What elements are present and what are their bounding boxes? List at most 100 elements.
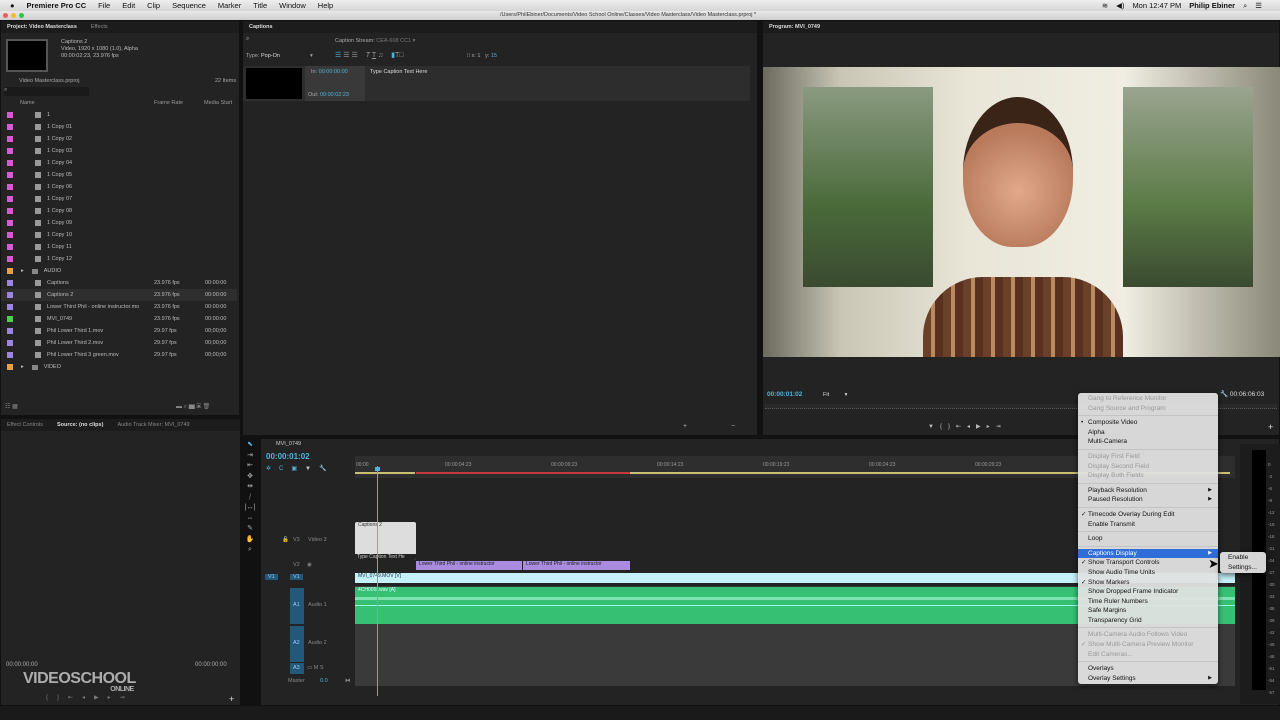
clock[interactable]: Mon 12:47 PM (1132, 1, 1181, 10)
label-color-swatch[interactable] (7, 124, 13, 130)
music-note-icon[interactable]: ♫ (378, 52, 383, 59)
list-view-icon[interactable]: ☷ (5, 404, 10, 410)
menu-help[interactable]: Help (318, 1, 333, 10)
add-marker-icon[interactable]: ▼ (928, 424, 940, 430)
video-frame[interactable] (763, 67, 1280, 357)
menu-item-transparency-grid[interactable]: Transparency Grid (1078, 616, 1218, 626)
box-icon[interactable]: □ (399, 52, 403, 59)
column-name[interactable]: Name (20, 100, 35, 106)
label-color-swatch[interactable] (7, 244, 13, 250)
volume-icon[interactable]: ◀) (1116, 1, 1124, 10)
user-name[interactable]: Philip Ebiner (1189, 1, 1235, 10)
position-grid-icon[interactable]: ⁞⁞ (467, 53, 470, 59)
button-editor-plus[interactable]: + (1268, 422, 1273, 432)
label-color-swatch[interactable] (7, 364, 13, 370)
menu-item-show-transport-controls[interactable]: ✓ Show Transport Controls (1078, 558, 1218, 568)
menu-item-enable[interactable]: Enable (1220, 553, 1266, 563)
menu-item-composite-video[interactable]: • Composite Video (1078, 418, 1218, 428)
label-color-swatch[interactable] (7, 220, 13, 226)
project-item[interactable]: 1 Copy 11 (1, 241, 237, 253)
menu-item-overlay-settings[interactable]: Overlay Settings ▶ (1078, 674, 1218, 684)
project-item[interactable]: 1 Copy 04 (1, 157, 237, 169)
italic-icon[interactable]: T (366, 52, 370, 59)
menu-item-time-ruler-numbers[interactable]: Time Ruler Numbers (1078, 597, 1218, 607)
menu-item-multi-camera[interactable]: Multi-Camera (1078, 437, 1218, 447)
project-item[interactable]: 1 Copy 02 (1, 133, 237, 145)
tab-program[interactable]: Program: MVI_0749 (769, 24, 820, 30)
project-item[interactable]: 1 Copy 09 (1, 217, 237, 229)
label-color-swatch[interactable] (7, 172, 13, 178)
add-caption-button[interactable]: + (683, 423, 687, 430)
track-a2-label[interactable]: A2 (293, 640, 300, 646)
menu-item-paused-resolution[interactable]: Paused Resolution ▶ (1078, 495, 1218, 505)
caption-search-icon[interactable]: ⌕ (246, 36, 249, 43)
program-timecode[interactable]: 00:00:01:02 (767, 391, 802, 398)
type-select[interactable]: Pop-On (261, 53, 280, 59)
source-add-button[interactable]: + (229, 694, 234, 704)
menu-item-loop[interactable]: Loop (1078, 534, 1218, 544)
align-center-icon[interactable]: ☰ (343, 52, 349, 59)
label-color-swatch[interactable] (7, 280, 13, 286)
label-color-swatch[interactable] (7, 112, 13, 118)
project-search-input[interactable]: ⌕ (4, 87, 89, 96)
tab-source[interactable]: Source: (no clips) (57, 422, 103, 428)
underline-icon[interactable]: T (372, 52, 376, 59)
align-right-icon[interactable]: ☰ (351, 52, 357, 59)
label-color-swatch[interactable] (7, 196, 13, 202)
project-item[interactable]: ▸ VIDEO (1, 361, 237, 373)
remove-caption-button[interactable]: − (731, 423, 735, 430)
selection-tool-icon[interactable]: ⬉ (243, 440, 257, 451)
menu-item-playback-resolution[interactable]: Playback Resolution ▶ (1078, 486, 1218, 496)
close-window-button[interactable] (3, 13, 8, 18)
label-color-swatch[interactable] (7, 160, 13, 166)
menu-edit[interactable]: Edit (122, 1, 135, 10)
menu-item-captions-display[interactable]: Captions Display ▶ (1078, 548, 1218, 559)
align-left-icon[interactable]: ☰ (335, 52, 341, 59)
sequence-timecode[interactable]: 00:00:01:02 (266, 452, 310, 461)
snap-icon[interactable]: ✲ (266, 466, 279, 472)
playhead[interactable] (377, 466, 378, 696)
apple-icon[interactable]: ● (10, 1, 15, 10)
source-transport-controls[interactable]: {}⇤◂▶▸⇥ (46, 694, 134, 701)
label-color-swatch[interactable] (7, 184, 13, 190)
eye-icon[interactable]: ◉ (307, 562, 312, 568)
menu-item-alpha[interactable]: Alpha (1078, 428, 1218, 438)
notification-icon[interactable]: ☰ (1255, 1, 1262, 10)
menu-item-settings[interactable]: Settings... (1220, 563, 1266, 573)
track-select-tool-icon[interactable]: ⇥ (243, 451, 257, 462)
menu-item-timecode-overlay-during-edit[interactable]: ✓ Timecode Overlay During Edit (1078, 510, 1218, 520)
label-color-swatch[interactable] (7, 148, 13, 154)
timeline-settings-icon[interactable]: 🔧 (319, 466, 334, 472)
marker-icon[interactable]: ▼ (305, 466, 319, 472)
menu-file[interactable]: File (98, 1, 110, 10)
project-item[interactable]: MVI_0749 23.976 fps 00:00:00 (1, 313, 237, 325)
mark-out-icon[interactable]: } (948, 424, 956, 430)
step-forward-icon[interactable]: ▸ (987, 424, 996, 430)
column-media-start[interactable]: Media Start (204, 100, 232, 106)
in-timecode[interactable]: 00:00:00:00 (319, 69, 348, 75)
add-marker-icon[interactable]: ▣ (291, 466, 305, 472)
zoom-tool-icon[interactable]: ⌕ (243, 545, 257, 556)
project-item[interactable]: 1 Copy 03 (1, 145, 237, 157)
source-timecode-left[interactable]: 00:00:00:00 (6, 662, 38, 668)
caption-row[interactable]: In: 00:00:00:00 Out: 00:00:02:23 Type Ca… (243, 66, 750, 101)
step-back-icon[interactable]: ◂ (967, 424, 976, 430)
menu-clip[interactable]: Clip (147, 1, 160, 10)
source-patch-v1[interactable]: V1 (265, 574, 278, 580)
label-color-swatch[interactable] (7, 292, 13, 298)
disclosure-triangle-icon[interactable]: ▸ (21, 364, 24, 370)
label-color-swatch[interactable] (7, 328, 13, 334)
track-a1-label[interactable]: A1 (293, 602, 300, 608)
clip-lower-third-2[interactable]: Lower Third Phil - online instructor (523, 561, 630, 570)
label-color-swatch[interactable] (7, 232, 13, 238)
hand-tool-icon[interactable]: ✋ (243, 535, 257, 546)
label-color-swatch[interactable] (7, 208, 13, 214)
label-color-swatch[interactable] (7, 136, 13, 142)
wifi-icon[interactable]: ≋ (1102, 1, 1108, 10)
ripple-edit-tool-icon[interactable]: ⇤ (243, 461, 257, 472)
minimize-window-button[interactable] (11, 13, 16, 18)
icon-view-icon[interactable]: ▦ (12, 404, 18, 410)
project-item[interactable]: 1 (1, 109, 237, 121)
track-v2-label[interactable]: V2 (293, 562, 300, 568)
menu-item-show-dropped-frame-indicator[interactable]: Show Dropped Frame Indicator (1078, 587, 1218, 597)
